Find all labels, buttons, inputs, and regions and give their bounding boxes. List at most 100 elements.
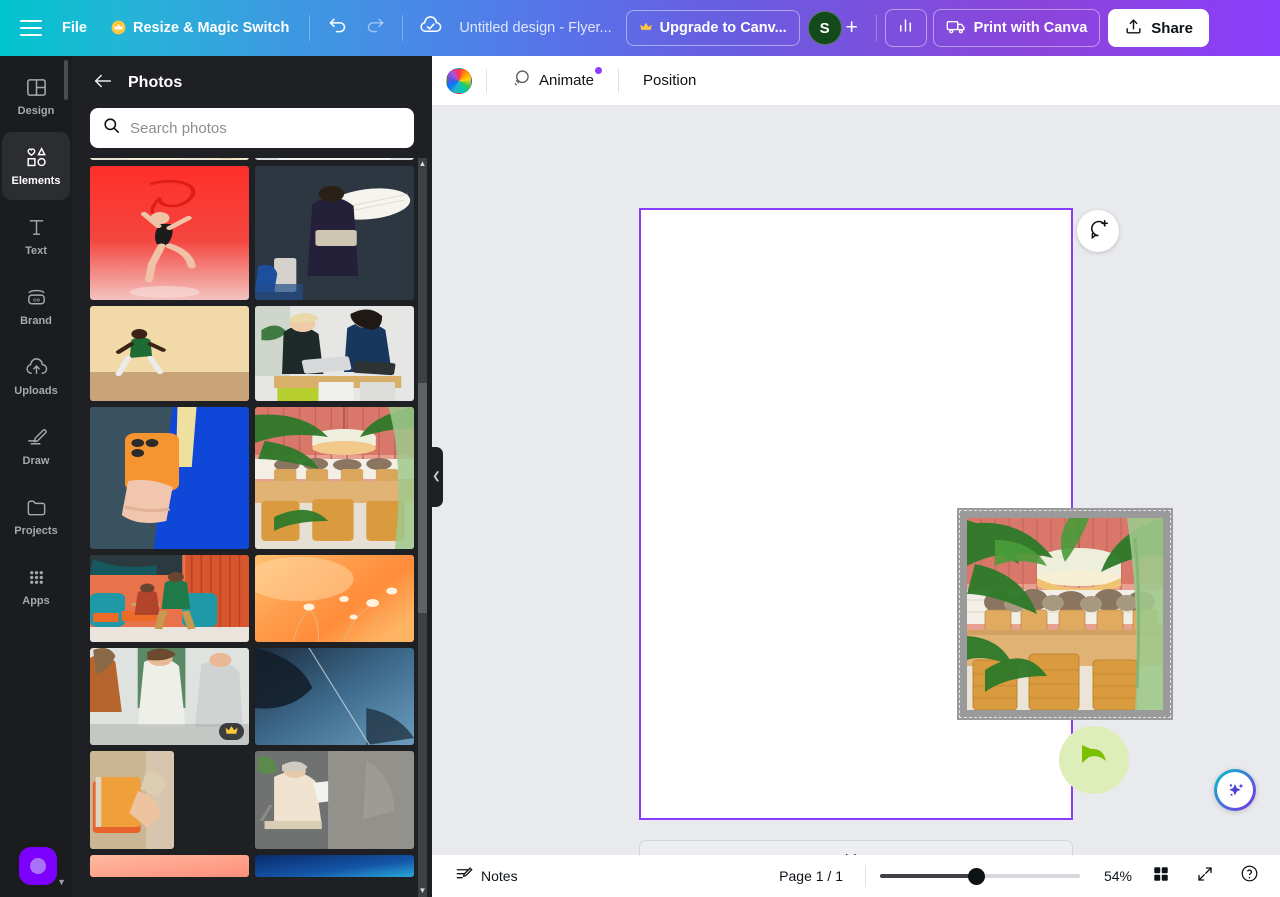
- list-item[interactable]: [90, 555, 249, 642]
- canva-editor: File Resize & Magic Switch Untitled desi…: [0, 0, 1280, 897]
- position-label: Position: [643, 72, 697, 89]
- sparkles-icon: [1217, 772, 1253, 808]
- sidebar-item-apps[interactable]: Apps: [2, 552, 70, 620]
- truck-icon: [946, 16, 967, 41]
- cafe-rattan-palms-image[interactable]: [967, 518, 1163, 710]
- slider-knob[interactable]: [968, 867, 985, 885]
- list-item[interactable]: [255, 166, 414, 300]
- divider: [865, 865, 866, 887]
- folder-icon: [24, 496, 48, 520]
- scrollbar-thumb[interactable]: [418, 383, 427, 613]
- upload-cloud-icon: [24, 356, 48, 380]
- back-button[interactable]: [90, 70, 116, 96]
- photo-column-left: [90, 158, 249, 877]
- triangle-down-icon[interactable]: ▼: [418, 885, 427, 897]
- help-button[interactable]: [1234, 861, 1264, 891]
- grid-view-button[interactable]: [1146, 861, 1176, 891]
- shapes-icon: [24, 146, 48, 170]
- slider-fill: [880, 874, 976, 878]
- context-toolbar: Animate Position: [432, 56, 1280, 106]
- layout-icon: [24, 76, 48, 100]
- file-menu-button[interactable]: File: [50, 10, 99, 46]
- list-item[interactable]: [255, 648, 414, 745]
- pencil-icon: [24, 426, 48, 450]
- zoom-value[interactable]: 54%: [1094, 868, 1132, 884]
- upgrade-button[interactable]: Upgrade to Canv...: [625, 10, 800, 46]
- list-item[interactable]: [255, 306, 414, 401]
- sidebar-item-design[interactable]: Design: [2, 62, 70, 130]
- sidebar-item-label: Text: [25, 244, 47, 257]
- redo-button[interactable]: [356, 10, 394, 46]
- add-page-container: + Add page ⌃: [639, 840, 1073, 855]
- animate-button[interactable]: Animate: [501, 64, 604, 98]
- grid-view-icon: [1152, 865, 1170, 888]
- photo-grid[interactable]: ▲ ▼: [72, 158, 432, 897]
- hamburger-menu-button[interactable]: [12, 10, 50, 46]
- list-item[interactable]: [255, 407, 414, 549]
- list-item[interactable]: [255, 855, 414, 877]
- undo-button[interactable]: [318, 10, 356, 46]
- animate-badge-dot: [595, 66, 603, 74]
- notes-button[interactable]: Notes: [448, 860, 525, 892]
- add-page-button[interactable]: + Add page: [639, 840, 1073, 855]
- top-bar: File Resize & Magic Switch Untitled desi…: [0, 0, 1280, 56]
- list-item[interactable]: [90, 751, 175, 849]
- search-box[interactable]: [90, 108, 414, 148]
- sidebar-item-label: Draw: [22, 454, 50, 467]
- animate-label: Animate: [539, 72, 595, 89]
- design-page[interactable]: [639, 208, 1173, 820]
- position-button[interactable]: Position: [633, 64, 706, 98]
- rail-scroll-indicator[interactable]: [64, 60, 68, 100]
- share-button[interactable]: Share: [1108, 9, 1209, 47]
- fullscreen-button[interactable]: [1190, 861, 1220, 891]
- zoom-slider[interactable]: [880, 867, 1080, 885]
- list-item[interactable]: [90, 306, 249, 401]
- print-label: Print with Canva: [973, 20, 1088, 36]
- page-indicator[interactable]: Page 1 / 1: [771, 863, 851, 889]
- crown-icon: [111, 20, 126, 37]
- resize-magic-switch-button[interactable]: Resize & Magic Switch: [99, 10, 301, 46]
- search-input[interactable]: [130, 119, 402, 137]
- sidebar-item-uploads[interactable]: Uploads: [2, 342, 70, 410]
- list-item[interactable]: [255, 158, 414, 160]
- list-item[interactable]: [90, 855, 249, 877]
- rail-bottom-button[interactable]: [19, 847, 57, 885]
- list-item[interactable]: [90, 158, 249, 160]
- triangle-down-icon: ▼: [57, 877, 66, 887]
- canvas-area[interactable]: + Add page ⌃: [432, 106, 1280, 855]
- list-item[interactable]: [90, 407, 249, 549]
- divider: [618, 68, 620, 93]
- list-item[interactable]: [90, 648, 249, 745]
- list-item[interactable]: [90, 166, 249, 300]
- plus-icon: +: [845, 16, 858, 39]
- insights-button[interactable]: [884, 9, 927, 47]
- sidebar-item-projects[interactable]: Projects: [2, 482, 70, 550]
- sidebar-item-brand[interactable]: co Brand: [2, 272, 70, 340]
- collapse-panel-button[interactable]: ❮: [430, 446, 443, 507]
- editor-main: Animate Position Notes Page 1 / 1 54%: [432, 56, 1280, 897]
- list-item[interactable]: [255, 555, 414, 642]
- add-collaborator-button[interactable]: +: [836, 12, 868, 44]
- animate-icon: [511, 68, 532, 93]
- magic-studio-button[interactable]: [1214, 769, 1256, 811]
- list-item[interactable]: [255, 751, 414, 849]
- brand-icon: co: [24, 286, 48, 310]
- grid-dots-icon: [24, 566, 48, 590]
- cloud-save-status-button[interactable]: [411, 10, 449, 46]
- selected-image-frame[interactable]: [957, 508, 1173, 720]
- sidebar-item-text[interactable]: Text: [2, 202, 70, 270]
- sidebar-item-label: Brand: [20, 314, 52, 327]
- panel-scrollbar[interactable]: ▲ ▼: [418, 158, 427, 897]
- status-bar: Notes Page 1 / 1 54%: [432, 855, 1280, 897]
- sidebar-item-elements[interactable]: Elements: [2, 132, 70, 200]
- document-title[interactable]: Untitled design - Flyer...: [449, 20, 621, 36]
- add-comment-button[interactable]: [1077, 210, 1119, 252]
- print-with-canva-button[interactable]: Print with Canva: [932, 9, 1101, 47]
- notes-label: Notes: [481, 868, 518, 884]
- search-container: [72, 96, 432, 158]
- panel-title: Photos: [128, 74, 183, 91]
- color-wheel-icon[interactable]: [446, 67, 472, 94]
- triangle-up-icon[interactable]: ▲: [418, 158, 427, 170]
- sidebar-item-draw[interactable]: Draw: [2, 412, 70, 480]
- green-arrow-badge[interactable]: [1059, 726, 1129, 794]
